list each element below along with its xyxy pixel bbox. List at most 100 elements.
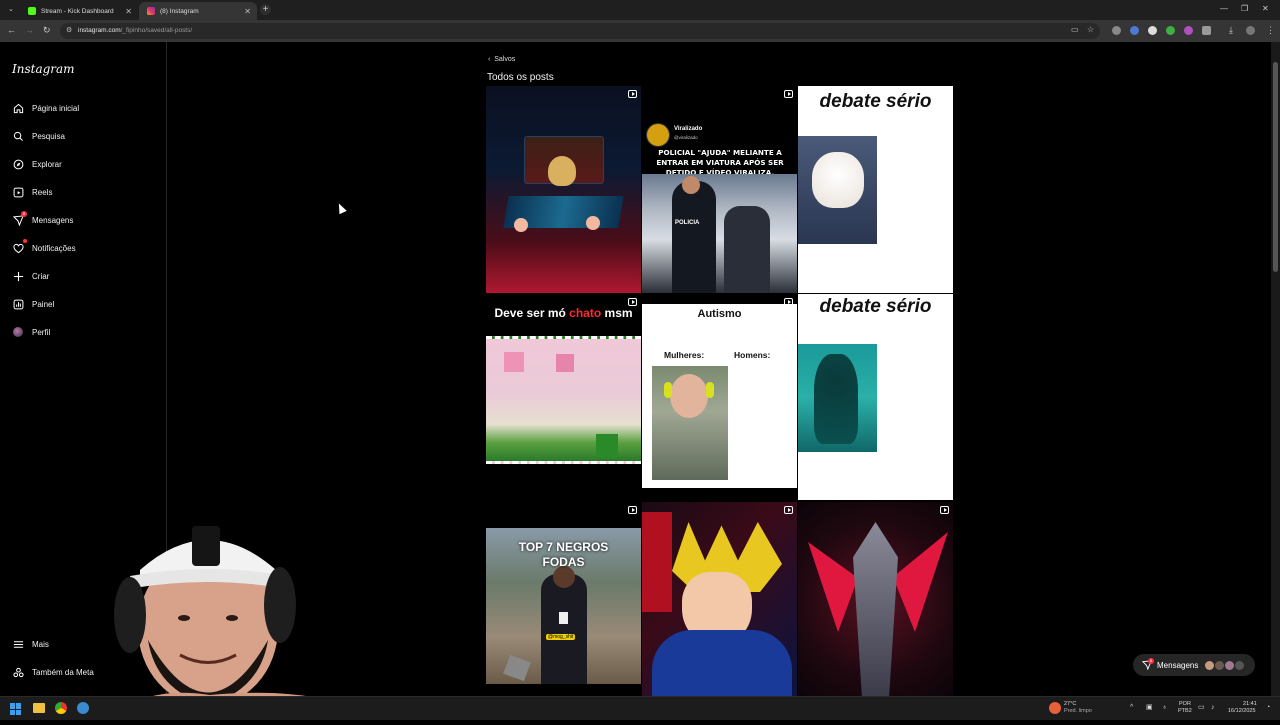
avatar <box>1215 660 1225 670</box>
post-image-officer <box>672 181 716 293</box>
saved-post[interactable] <box>486 86 641 293</box>
post-caption: Deve ser mó chato msm <box>486 306 641 320</box>
post-image-block <box>504 352 524 372</box>
sidebar-item-dashboard[interactable]: Painel <box>12 294 54 314</box>
sidebar-item-search[interactable]: Pesquisa <box>12 126 65 146</box>
notification-bell-icon[interactable]: ◔ <box>1266 704 1270 711</box>
keyboard-layout[interactable]: PTB2 <box>1178 708 1192 715</box>
post-caption: debate sério <box>819 296 932 317</box>
saved-post[interactable]: debate sério <box>798 294 953 500</box>
post-image-block <box>596 434 618 458</box>
scrollbar-thumb[interactable] <box>1273 62 1278 272</box>
saved-post[interactable]: Deve ser mó chato msm <box>486 294 641 500</box>
windows-taskbar: 27°C Pred. limpo ^ ▣ ♁ POR PTB2 ▭ ♪ 21:4… <box>0 696 1280 720</box>
post-image-creature <box>814 354 858 444</box>
tab-search-icon[interactable]: ⌄ <box>8 5 14 13</box>
saved-post[interactable]: TOP 7 NEGROS FODAS @mog_shit <box>486 502 641 696</box>
meta-icon <box>12 666 24 678</box>
tab-instagram[interactable]: (8) Instagram ✕ <box>139 2 257 20</box>
menu-icon <box>12 638 24 650</box>
post-image-wing <box>808 542 858 632</box>
saved-post[interactable]: Viralizado @viralizado POLICIAL "AJUDA" … <box>642 86 797 293</box>
reel-icon <box>628 298 637 306</box>
messenger-icon: 8 <box>12 211 27 226</box>
sidebar-item-label: Perfil <box>32 327 51 337</box>
extension-play-icon[interactable] <box>1148 26 1157 35</box>
extension-shield-icon[interactable] <box>1112 26 1121 35</box>
clock-date[interactable]: 16/12/2025 <box>1228 708 1256 715</box>
tray-app-icon[interactable]: ▣ <box>1146 704 1153 711</box>
page-scrollbar[interactable] <box>1271 42 1280 696</box>
heart-icon <box>12 239 27 254</box>
sidebar-item-more[interactable]: Mais <box>12 634 49 654</box>
url-path: /_fipinho/saved/all-posts/ <box>120 27 193 34</box>
sidebar-item-label: Também da Meta <box>32 667 94 677</box>
saved-post[interactable] <box>642 502 797 696</box>
network-icon[interactable]: ▭ <box>1198 704 1205 711</box>
post-image-bg-red <box>642 512 672 612</box>
search-icon <box>12 130 24 142</box>
back-to-saved-link[interactable]: ‹ Salvos <box>488 56 515 63</box>
chevron-up-icon[interactable]: ^ <box>1130 704 1133 711</box>
post-image-face <box>682 176 700 194</box>
bookmark-star-icon[interactable]: ☆ <box>1087 25 1094 34</box>
file-explorer-icon[interactable] <box>33 703 45 713</box>
microphone-icon[interactable]: ♁ <box>1162 704 1167 711</box>
post-image-jacket <box>652 630 792 696</box>
url-field[interactable]: ⚙ instagram.com/_fipinho/saved/all-posts… <box>60 23 1100 39</box>
sidebar-item-home[interactable]: Página inicial <box>12 98 79 118</box>
site-info-icon[interactable]: ⚙ <box>66 23 72 39</box>
avatar <box>1225 660 1235 670</box>
reel-icon <box>784 90 793 98</box>
sidebar-item-notifications[interactable]: Notificações <box>12 238 76 258</box>
extension-icon[interactable] <box>1166 26 1175 35</box>
extension-icon[interactable] <box>1184 26 1193 35</box>
edge-icon[interactable] <box>77 702 89 714</box>
forward-icon[interactable]: → <box>25 25 34 35</box>
sidebar-item-label: Reels <box>32 187 53 197</box>
sidebar-item-label: Criar <box>32 271 50 281</box>
caption-highlight: chato <box>569 306 602 320</box>
reload-icon[interactable]: ↻ <box>43 25 51 36</box>
new-tab-button[interactable]: + <box>260 4 271 15</box>
sidebar-item-label: Painel <box>32 299 55 309</box>
maximize-icon[interactable]: ❐ <box>1241 4 1248 13</box>
browser-menu-icon[interactable]: ⋮ <box>1266 25 1275 36</box>
instagram-logo[interactable]: Instagram <box>12 62 75 76</box>
cast-icon[interactable]: ▭ <box>1071 25 1079 34</box>
post-image-block <box>556 354 574 372</box>
address-toolbar: ← → ↻ ⚙ instagram.com/_fipinho/saved/all… <box>0 20 1280 42</box>
sidebar-item-also-from-meta[interactable]: Também da Meta <box>12 662 94 682</box>
clock-time[interactable]: 21:41 <box>1243 701 1257 708</box>
saved-post[interactable]: debate sério <box>798 86 953 293</box>
minimize-icon[interactable]: — <box>1220 4 1228 13</box>
profile-avatar-icon[interactable] <box>1246 26 1255 35</box>
close-tab-icon[interactable]: ✕ <box>244 7 251 16</box>
compass-icon <box>12 158 24 170</box>
instagram-favicon-icon <box>147 7 155 15</box>
tab-kick-dashboard[interactable]: Stream - Kick Dashboard ✕ <box>20 2 138 20</box>
close-window-icon[interactable]: ✕ <box>1262 4 1269 13</box>
sidebar-item-reels[interactable]: Reels <box>12 182 52 202</box>
chrome-icon[interactable] <box>55 702 67 714</box>
saved-post[interactable] <box>798 502 953 696</box>
close-tab-icon[interactable]: ✕ <box>125 7 132 16</box>
account-name: Viralizado <box>674 126 703 132</box>
extension-icon[interactable] <box>1130 26 1139 35</box>
windows-start-icon[interactable] <box>10 703 22 715</box>
post-image-dragon <box>853 522 898 696</box>
volume-icon[interactable]: ♪ <box>1211 704 1215 711</box>
sidebar-item-profile[interactable]: Perfil <box>12 322 50 342</box>
notification-badge: 8 <box>1148 658 1154 664</box>
sidebar-item-messages[interactable]: 8 Mensagens <box>12 210 73 230</box>
download-icon[interactable]: ⤓ <box>1229 25 1233 36</box>
sidebar-item-explore[interactable]: Explorar <box>12 154 62 174</box>
saved-post[interactable]: Autismo Mulheres: Homens: <box>642 294 797 500</box>
extensions-puzzle-icon[interactable] <box>1202 26 1211 35</box>
sidebar-item-create[interactable]: Criar <box>12 266 49 286</box>
back-icon[interactable]: ← <box>7 25 16 35</box>
reel-icon <box>784 506 793 514</box>
messages-pill-button[interactable]: 8 Mensagens <box>1133 654 1255 676</box>
weather-icon[interactable] <box>1049 702 1061 714</box>
language-indicator[interactable]: POR <box>1179 701 1191 708</box>
